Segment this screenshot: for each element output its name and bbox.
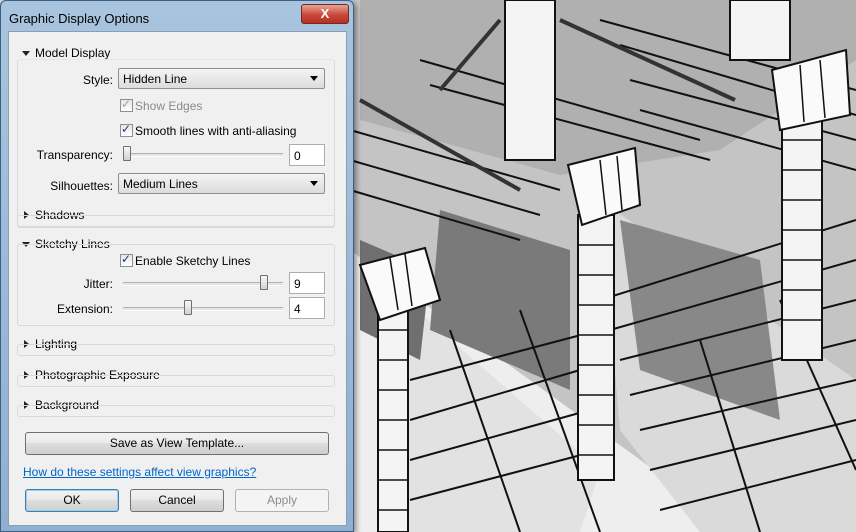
smooth-lines-label: Smooth lines with anti-aliasing [135,124,297,138]
style-dropdown[interactable]: Hidden Line [118,68,325,89]
transparency-slider-thumb[interactable] [123,146,131,161]
extension-slider-track[interactable] [123,307,283,311]
background-section: Background [17,398,335,418]
photographic-exposure-section: Photographic Exposure [17,368,335,388]
style-value: Hidden Line [123,72,188,86]
silhouettes-value: Medium Lines [123,177,198,191]
apply-button[interactable]: Apply [235,489,329,512]
transparency-value: 0 [294,149,301,163]
lighting-section: Lighting [17,337,335,357]
checkmark-icon: ✓ [121,97,132,111]
checkmark-icon: ✓ [121,252,132,266]
transparency-input[interactable]: 0 [289,144,325,166]
cancel-button[interactable]: Cancel [130,489,224,512]
close-icon: X [320,6,330,21]
smooth-lines-checkbox[interactable]: ✓ [120,122,133,137]
model-display-label: Model Display [35,46,111,60]
jitter-label: Jitter: [83,277,113,291]
enable-sketchy-lines-label: Enable Sketchy Lines [135,254,251,268]
dropdown-arrow-icon [310,76,318,81]
silhouettes-dropdown[interactable]: Medium Lines [118,173,325,194]
photographic-exposure-frame [17,375,335,387]
silhouettes-label: Silhouettes: [50,179,113,193]
jitter-input[interactable]: 9 [289,272,325,294]
ok-button[interactable]: OK [25,489,119,512]
help-link[interactable]: How do these settings affect view graphi… [23,465,256,479]
shadows-frame [17,215,335,227]
transparency-label: Transparency: [36,148,113,162]
window-title: Graphic Display Options [9,11,150,26]
extension-input[interactable]: 4 [289,297,325,319]
show-edges-label: Show Edges [135,99,203,113]
jitter-slider-thumb[interactable] [259,275,268,290]
checkmark-icon: ✓ [121,122,132,136]
shadows-section: Shadows [17,208,335,228]
model-display-section: Model Display Style: Hidden Line ✓ Show … [17,46,335,228]
graphic-display-options-dialog: Graphic Display Options X Model Display … [0,0,354,532]
enable-sketchy-lines-checkbox[interactable]: ✓ [120,252,133,267]
dropdown-arrow-icon [310,181,318,186]
extension-value: 4 [294,302,301,316]
expanded-triangle-icon [22,51,30,56]
extension-label: Extension: [56,302,113,316]
jitter-value: 9 [294,277,301,291]
show-edges-checkbox[interactable]: ✓ [120,97,133,112]
sketchy-lines-section: Sketchy Lines ✓ Enable Sketchy Lines Jit… [17,237,335,327]
title-bar[interactable]: Graphic Display Options X [1,1,353,31]
background-frame [17,405,335,417]
transparency-slider-track[interactable] [123,153,283,157]
lighting-frame [17,344,335,356]
save-as-view-template-button[interactable]: Save as View Template... [25,432,329,455]
dialog-client-area: Model Display Style: Hidden Line ✓ Show … [8,31,347,526]
extension-slider-thumb[interactable] [183,300,192,315]
style-label: Style: [82,73,113,87]
close-button[interactable]: X [301,4,349,24]
